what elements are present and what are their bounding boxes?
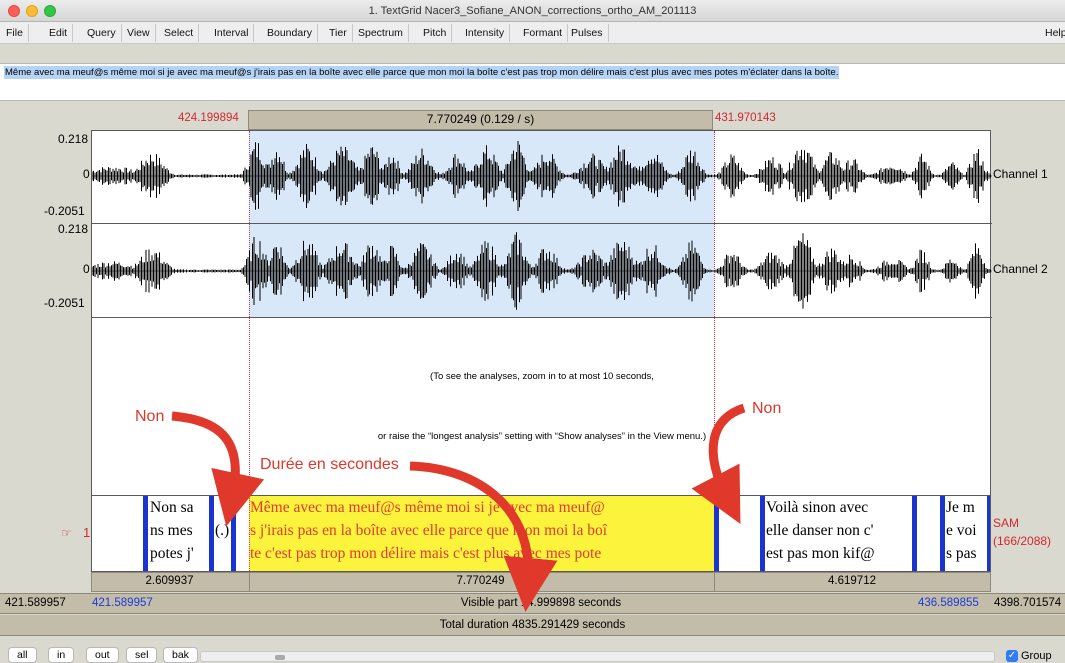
arrow-non-right xyxy=(691,403,746,524)
annotation-non-left: Non xyxy=(135,408,165,425)
annotation-non-right: Non xyxy=(752,400,782,417)
annotation-duree: Durée en secondes xyxy=(260,456,399,473)
arrow-duree xyxy=(409,461,558,612)
arrow-non-left xyxy=(171,411,265,527)
annotation-arrows xyxy=(171,403,746,612)
